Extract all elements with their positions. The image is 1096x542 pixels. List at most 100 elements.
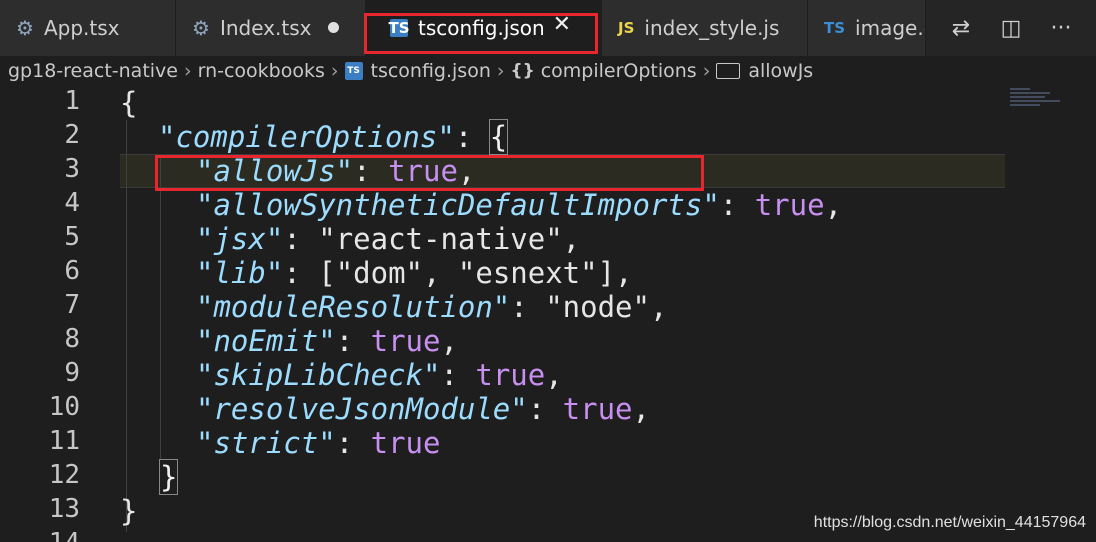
editor-actions: ⇄ ◫ ··· [926, 0, 1096, 56]
breadcrumb-item-object[interactable]: compilerOptions [541, 60, 697, 82]
code-key: "jsx" [196, 222, 284, 256]
breadcrumb-item-folder[interactable]: rn-cookbooks [198, 60, 325, 82]
breadcrumb-separator: › [496, 60, 505, 82]
code-line: } [158, 459, 179, 495]
close-tab-icon[interactable]: ✕ [553, 12, 571, 37]
code-line: } [120, 494, 137, 528]
code-punct: , [824, 188, 843, 222]
code-brace: } [158, 459, 179, 495]
breadcrumb-separator: › [702, 60, 711, 82]
tab-label: tsconfig.json [418, 16, 545, 40]
code-key: "moduleResolution" [196, 290, 511, 324]
code-line: "skipLibCheck": true, [196, 358, 563, 392]
tab-app-tsx[interactable]: ⚙ App.tsx [0, 0, 176, 56]
tab-label: Index.tsx [219, 16, 312, 40]
code-key: "allowSyntheticDefaultImports" [196, 188, 720, 222]
vertical-scrollbar[interactable] [1080, 86, 1096, 542]
code-punct: : [719, 188, 755, 222]
line-number: 5 [64, 222, 80, 252]
code-punct: : [335, 324, 371, 358]
code-key: "noEmit" [196, 324, 336, 358]
code-line: "allowSyntheticDefaultImports": true, [196, 188, 842, 222]
code-key: "allowJs" [196, 154, 354, 188]
line-number: 14 [0, 528, 80, 542]
boolean-property-icon [716, 63, 741, 79]
minimap[interactable] [1010, 86, 1080, 126]
breadcrumb-separator: › [183, 60, 192, 82]
code-line: "compilerOptions": { [158, 119, 509, 155]
line-number: 12 [48, 460, 80, 490]
breadcrumb-item-file[interactable]: tsconfig.json [371, 60, 491, 82]
ts-config-icon: TS [388, 19, 410, 37]
indent-guide [160, 154, 161, 460]
split-editor-icon[interactable]: ◫ [991, 16, 1031, 41]
code-punct: , [545, 358, 563, 392]
code-line: { [120, 86, 137, 120]
code-bool: true [370, 426, 441, 460]
breadcrumb-separator: › [330, 60, 339, 82]
tab-label: App.tsx [43, 16, 120, 40]
ts-config-icon: TS [344, 62, 363, 80]
code-line: "strict": true [196, 426, 440, 460]
code-brace: } [120, 494, 138, 528]
line-number: 7 [64, 290, 80, 320]
minimap-line [1010, 92, 1050, 94]
line-number: 4 [64, 188, 80, 218]
gear-icon: ⚙ [192, 16, 210, 40]
code-punct: , [440, 324, 458, 358]
tab-bar: ⚙ App.tsx ⚙ Index.tsx TS tsconfig.json ✕… [0, 0, 1096, 56]
code-line: "noEmit": true, [196, 324, 458, 358]
code-brace: { [120, 86, 138, 120]
line-number: 13 [48, 494, 80, 524]
more-actions-icon[interactable]: ··· [1041, 16, 1081, 41]
tab-index-style-js[interactable]: JS index_style.js [602, 0, 808, 56]
unsaved-dot-icon [328, 22, 339, 33]
minimap-line [1010, 96, 1045, 98]
line-number: 6 [64, 256, 80, 286]
code-punct: : [527, 392, 563, 426]
object-braces-icon: {} [510, 61, 535, 81]
code-bool: true [475, 358, 546, 392]
tab-label: index_style.js [644, 16, 780, 40]
code-line: "moduleResolution": "node", [196, 290, 667, 324]
code-punct: , [632, 392, 650, 426]
gear-icon: ⚙ [16, 16, 34, 40]
code-value: : ["dom", "esnext"], [283, 256, 633, 290]
code-editor[interactable]: 1 2 3 4 5 6 7 8 9 10 11 12 13 14 { "comp… [0, 86, 1096, 542]
code-brace: { [488, 119, 509, 155]
breadcrumb-item-project[interactable]: gp18-react-native [8, 60, 178, 82]
line-number: 3 [64, 154, 80, 184]
code-line: "jsx": "react-native", [196, 222, 580, 256]
line-number: 8 [64, 324, 80, 354]
line-number: 1 [64, 86, 80, 116]
ts-icon: TS [824, 19, 846, 37]
code-punct: , [457, 154, 476, 188]
code-bool: true [754, 188, 825, 222]
indent-guide [126, 120, 127, 532]
tab-tsconfig-json[interactable]: TS tsconfig.json ✕ [366, 0, 602, 56]
line-number: 11 [48, 426, 80, 456]
tab-label: image.d [855, 16, 925, 40]
line-number: 2 [64, 120, 80, 150]
code-line: "allowJs": true, [196, 154, 475, 188]
breadcrumb-item-property[interactable]: allowJs [748, 60, 813, 82]
code-key: "lib" [196, 256, 284, 290]
watermark: https://blog.csdn.net/weixin_44157964 [813, 514, 1086, 531]
code-punct: : [454, 120, 490, 154]
code-key: "compilerOptions" [158, 120, 455, 154]
code-bool: true [370, 324, 441, 358]
tab-index-tsx[interactable]: ⚙ Index.tsx [176, 0, 366, 56]
code-key: "strict" [196, 426, 336, 460]
code-line: "lib": ["dom", "esnext"], [196, 256, 633, 290]
code-key: "resolveJsonModule" [196, 392, 528, 426]
code-punct: : [440, 358, 476, 392]
compare-changes-icon[interactable]: ⇄ [941, 16, 981, 41]
minimap-line [1010, 104, 1040, 106]
code-line: "resolveJsonModule": true, [196, 392, 650, 426]
js-icon: JS [618, 19, 635, 37]
minimap-line [1010, 88, 1030, 90]
code-value: : "node", [510, 290, 668, 324]
code-punct: : [335, 426, 371, 460]
tab-image-d[interactable]: TS image.d [808, 0, 926, 56]
minimap-line [1010, 100, 1060, 102]
